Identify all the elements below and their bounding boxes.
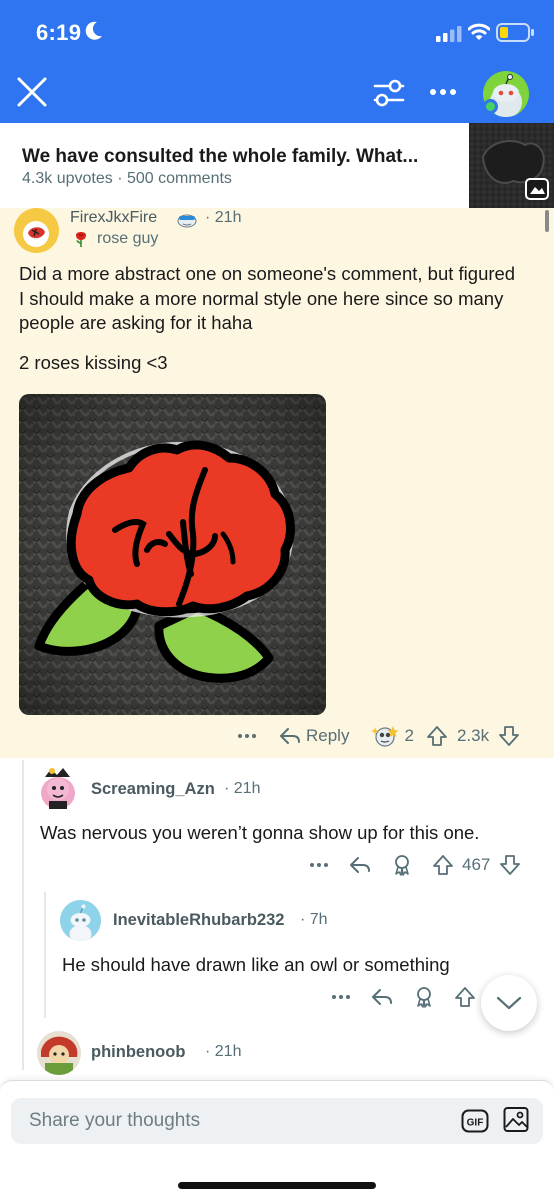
avatar-image (14, 208, 59, 253)
comment-score: 467 (462, 855, 491, 874)
comment-body: Did a more abstract one on someone's com… (19, 263, 516, 333)
commenter-avatar[interactable] (37, 1031, 81, 1075)
post-meta: 4.3k upvotes · 500 comments (22, 170, 232, 188)
snoo-sunglasses-icon (177, 214, 197, 228)
comment-image[interactable] (19, 394, 326, 715)
award-icon[interactable] (390, 853, 414, 877)
avatar-image (60, 900, 101, 941)
comment-time: · 21h (205, 1043, 242, 1060)
meta-separator: · (117, 170, 123, 187)
award-button[interactable]: 2 (371, 722, 414, 750)
award-icon[interactable] (412, 985, 436, 1009)
close-icon[interactable] (14, 74, 50, 110)
user-flair: rose guy (97, 230, 159, 247)
post-title[interactable]: We have consulted the whole family. What… (22, 146, 452, 168)
more-options-icon[interactable] (330, 985, 352, 1009)
status-time: 6:19 (36, 20, 82, 45)
commenter-avatar[interactable] (37, 765, 79, 811)
wifi-icon (468, 23, 490, 40)
reply-icon[interactable] (348, 853, 372, 877)
comment-time: · 7h (300, 911, 328, 928)
image-upload-button[interactable] (503, 1106, 529, 1134)
award-count: 2 (404, 726, 414, 745)
post-comments-count: 500 comments (126, 170, 232, 187)
comment-body-line: 2 roses kissing <3 (19, 352, 168, 373)
sort-icon[interactable] (372, 78, 406, 108)
moon-icon (85, 21, 102, 40)
rose-drawing-image (19, 394, 326, 715)
comment-body: He should have drawn like an owl or some… (62, 954, 450, 975)
award-icon (371, 726, 399, 747)
thread-line[interactable] (44, 892, 46, 1018)
more-options-icon[interactable] (236, 724, 258, 748)
gif-button[interactable]: GIF (461, 1109, 489, 1133)
cellular-signal-icon (436, 26, 462, 42)
upvote-icon (427, 726, 447, 746)
next-comment-button[interactable] (481, 975, 537, 1031)
reply-icon[interactable] (370, 985, 394, 1009)
chevron-down-icon (496, 996, 522, 1010)
thread-line[interactable] (22, 760, 24, 1070)
more-options-icon[interactable] (308, 853, 330, 877)
scrollbar[interactable] (545, 210, 549, 232)
comment-actions: Reply 2 2.3k (236, 722, 520, 750)
svg-text:GIF: GIF (467, 1118, 484, 1129)
reply-label: Reply (306, 726, 350, 745)
comment-time: · 21h (205, 209, 242, 226)
post-thumbnail[interactable] (469, 123, 554, 208)
comment-body: Was nervous you weren’t gonna show up fo… (40, 822, 480, 843)
comment-username[interactable]: InevitableRhubarb232 (113, 911, 284, 930)
commenter-avatar[interactable] (60, 900, 101, 941)
post-upvotes: 4.3k upvotes (22, 170, 113, 187)
commenter-avatar[interactable] (14, 208, 59, 253)
upvote-button[interactable] (426, 725, 448, 747)
online-status-dot (483, 99, 498, 114)
thumbnail-image (469, 123, 554, 208)
battery-icon (496, 23, 534, 42)
comment-username[interactable]: FirexJkxFire (70, 209, 157, 227)
avatar-image (37, 1031, 81, 1075)
upvote-icon[interactable] (454, 986, 476, 1008)
top-app-bar: 6:19 (0, 0, 554, 123)
downvote-icon[interactable] (499, 854, 521, 876)
comment-username[interactable]: Screaming_Azn (91, 780, 215, 799)
comment-input-placeholder: Share your thoughts (29, 1110, 201, 1131)
downvote-icon[interactable] (498, 725, 520, 747)
comment-time: · 21h (224, 780, 261, 797)
rose-icon (76, 232, 86, 247)
comment-actions (330, 985, 476, 1009)
more-icon[interactable] (428, 84, 458, 100)
comment-username[interactable]: phinbenoob (91, 1043, 185, 1062)
avatar-image (41, 768, 75, 809)
upvote-icon[interactable] (432, 854, 454, 876)
comment-actions: 467 (308, 853, 521, 877)
image-icon (503, 1107, 529, 1132)
reply-button[interactable]: Reply (278, 724, 349, 748)
home-indicator[interactable] (178, 1182, 376, 1189)
gif-icon: GIF (461, 1109, 489, 1133)
reply-icon (280, 728, 300, 744)
comment-score: 2.3k (456, 726, 490, 745)
